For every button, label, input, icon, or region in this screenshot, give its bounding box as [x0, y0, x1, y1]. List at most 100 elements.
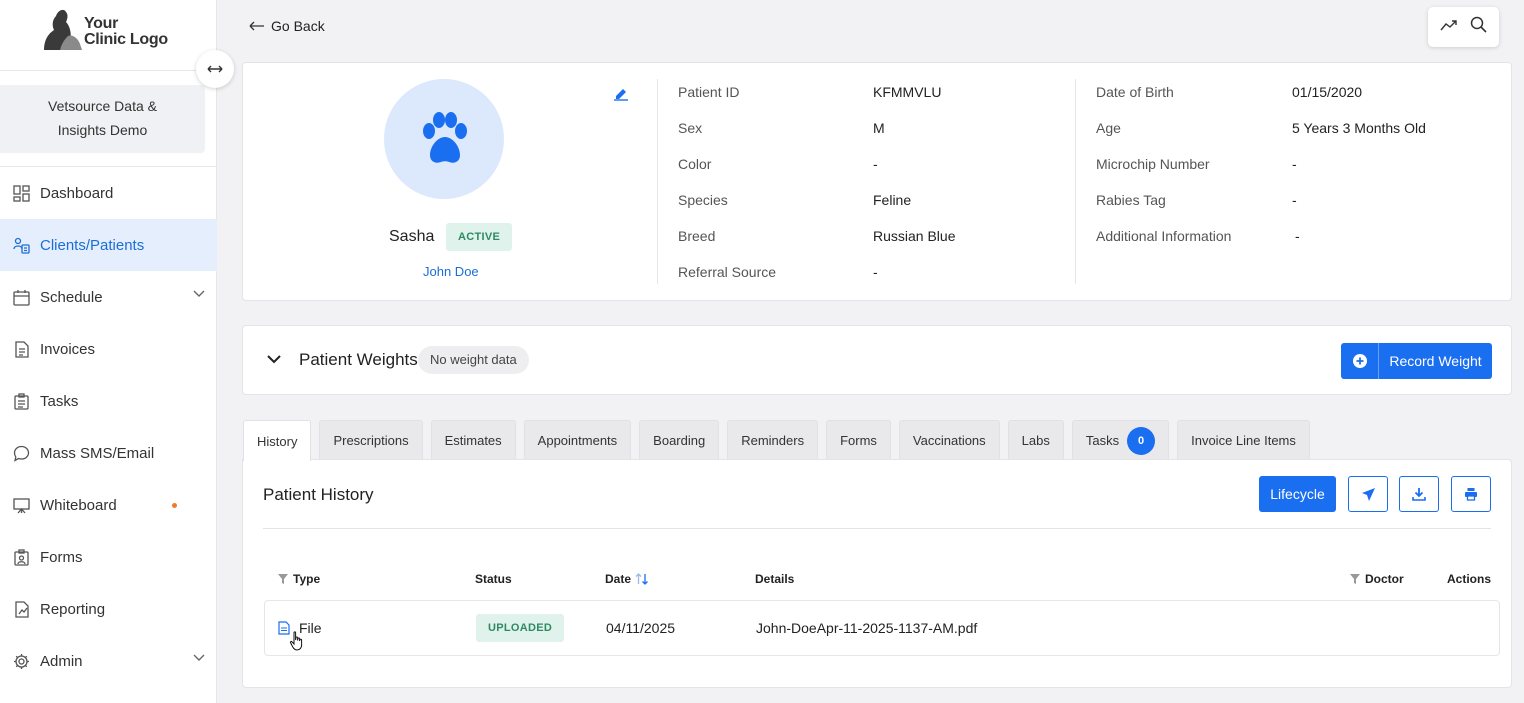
patient-history-panel: Patient History Lifecycle Type Status Da… — [242, 459, 1512, 688]
breed-label: Breed — [678, 228, 716, 244]
tab-forms[interactable]: Forms — [826, 420, 891, 460]
tab-history[interactable]: History — [243, 420, 312, 461]
patient-status-badge: ACTIVE — [446, 223, 513, 251]
tab-prescriptions[interactable]: Prescriptions — [319, 420, 423, 460]
search-icon — [1470, 16, 1487, 33]
print-icon — [1465, 488, 1477, 501]
tab-invoice-line-items[interactable]: Invoice Line Items — [1177, 420, 1310, 460]
tab-label: Estimates — [444, 433, 502, 448]
chevron-down-icon — [193, 290, 205, 297]
column-label: Details — [755, 572, 795, 586]
sidebar-item-tasks[interactable]: Tasks — [0, 375, 217, 427]
sidebar-item-label: Dashboard — [40, 184, 114, 202]
column-header-details: Details — [755, 572, 794, 586]
weights-title: Patient Weights — [299, 350, 418, 369]
dashboard-icon — [12, 184, 30, 202]
species-value: Feline — [873, 192, 912, 208]
owner-link[interactable]: John Doe — [423, 264, 479, 279]
print-button[interactable] — [1451, 476, 1491, 512]
sidebar-item-label: Invoices — [40, 340, 96, 358]
patient-tabs: History Prescriptions Estimates Appointm… — [243, 420, 1318, 461]
lifecycle-button[interactable]: Lifecycle — [1259, 476, 1336, 512]
go-back-link[interactable]: Go Back — [249, 18, 325, 34]
column-header-doctor[interactable]: Doctor — [1349, 572, 1404, 586]
forms-icon — [12, 548, 30, 566]
edit-patient-button[interactable] — [613, 87, 629, 106]
search-button[interactable] — [1470, 16, 1487, 38]
dob-label: Date of Birth — [1096, 84, 1174, 100]
chat-icon — [12, 444, 30, 462]
sidebar-item-label: Clients/Patients — [40, 236, 145, 254]
trending-button[interactable] — [1440, 18, 1458, 36]
trending-icon — [1440, 20, 1457, 31]
filter-icon — [278, 574, 288, 584]
sidebar-nav: Dashboard Clients/Patients Schedule Invo… — [0, 167, 217, 687]
go-back-label: Go Back — [271, 18, 325, 34]
send-button[interactable] — [1348, 476, 1388, 512]
sidebar-item-label: Mass SMS/Email — [40, 444, 155, 462]
logo-line-2: Clinic Logo — [84, 31, 168, 48]
tab-label: Invoice Line Items — [1191, 433, 1296, 448]
sidebar-item-dashboard[interactable]: Dashboard — [0, 167, 217, 219]
patient-weights-card: Patient Weights No weight data Record We… — [242, 325, 1512, 395]
record-weight-button[interactable]: Record Weight — [1341, 343, 1492, 379]
tab-label: Forms — [840, 433, 877, 448]
weights-toggle[interactable] — [267, 351, 281, 369]
tab-boarding[interactable]: Boarding — [639, 420, 720, 460]
table-row[interactable]: File UPLOADED 04/11/2025 John-DoeApr-11-… — [264, 600, 1500, 656]
sidebar-item-label: Admin — [40, 652, 83, 670]
sidebar: Your Clinic Logo Vetsource Data & Insigh… — [0, 0, 234, 703]
collapse-sidebar-button[interactable] — [196, 50, 234, 88]
plus-circle-icon — [1341, 343, 1379, 379]
sex-label: Sex — [678, 120, 703, 136]
clinic-logo[interactable]: Your Clinic Logo — [38, 6, 178, 54]
tab-reminders[interactable]: Reminders — [727, 420, 819, 460]
patient-avatar — [384, 79, 504, 199]
paw-icon — [423, 112, 467, 163]
tab-label: Boarding — [653, 433, 706, 448]
column-header-actions: Actions — [1447, 572, 1491, 586]
microchip-value: - — [1292, 156, 1297, 172]
clipboard-icon — [12, 392, 30, 410]
color-value: - — [873, 156, 878, 172]
reporting-icon — [12, 600, 30, 618]
sidebar-item-admin[interactable]: Admin — [0, 635, 217, 687]
tab-tasks[interactable]: Tasks 0 — [1071, 420, 1170, 460]
sidebar-item-schedule[interactable]: Schedule — [0, 271, 217, 323]
send-icon — [1361, 487, 1375, 501]
sidebar-item-forms[interactable]: Forms — [0, 531, 217, 583]
color-label: Color — [678, 156, 712, 172]
column-header-date[interactable]: Date — [605, 572, 649, 586]
sidebar-item-mass-sms-email[interactable]: Mass SMS/Email — [0, 427, 217, 479]
tab-vaccinations[interactable]: Vaccinations — [898, 420, 1000, 460]
clinic-selector[interactable]: Vetsource Data & Insights Demo — [0, 85, 205, 153]
column-label: Status — [475, 572, 512, 586]
referral-source-label: Referral Source — [678, 264, 777, 280]
tab-appointments[interactable]: Appointments — [523, 420, 632, 460]
weights-badge: No weight data — [418, 346, 529, 374]
tab-estimates[interactable]: Estimates — [430, 420, 516, 460]
sidebar-item-invoices[interactable]: Invoices — [0, 323, 217, 375]
column-label: Doctor — [1365, 572, 1404, 586]
cell-details: John-DoeApr-11-2025-1137-AM.pdf — [756, 620, 978, 636]
patient-name: Sasha — [389, 228, 435, 245]
dob-value: 01/15/2020 — [1292, 84, 1363, 100]
sidebar-item-whiteboard[interactable]: Whiteboard — [0, 479, 217, 531]
notification-dot — [172, 503, 177, 508]
download-button[interactable] — [1399, 476, 1439, 512]
tab-label: History — [257, 433, 298, 449]
sidebar-item-clients-patients[interactable]: Clients/Patients — [0, 219, 217, 271]
logo-text: Your Clinic Logo — [84, 16, 168, 48]
hand-cursor-icon — [289, 631, 303, 651]
rabies-tag-value: - — [1292, 192, 1297, 208]
invoice-icon — [12, 340, 30, 358]
info-divider — [657, 79, 658, 284]
top-toolbar — [1428, 7, 1499, 47]
sidebar-item-reporting[interactable]: Reporting — [0, 583, 217, 635]
cell-status-badge: UPLOADED — [476, 614, 565, 642]
chevron-down-icon — [193, 654, 205, 661]
tab-labs[interactable]: Labs — [1007, 420, 1064, 460]
filter-icon — [1350, 574, 1360, 584]
column-header-type[interactable]: Type — [277, 572, 320, 586]
tab-label: Vaccinations — [912, 433, 986, 448]
